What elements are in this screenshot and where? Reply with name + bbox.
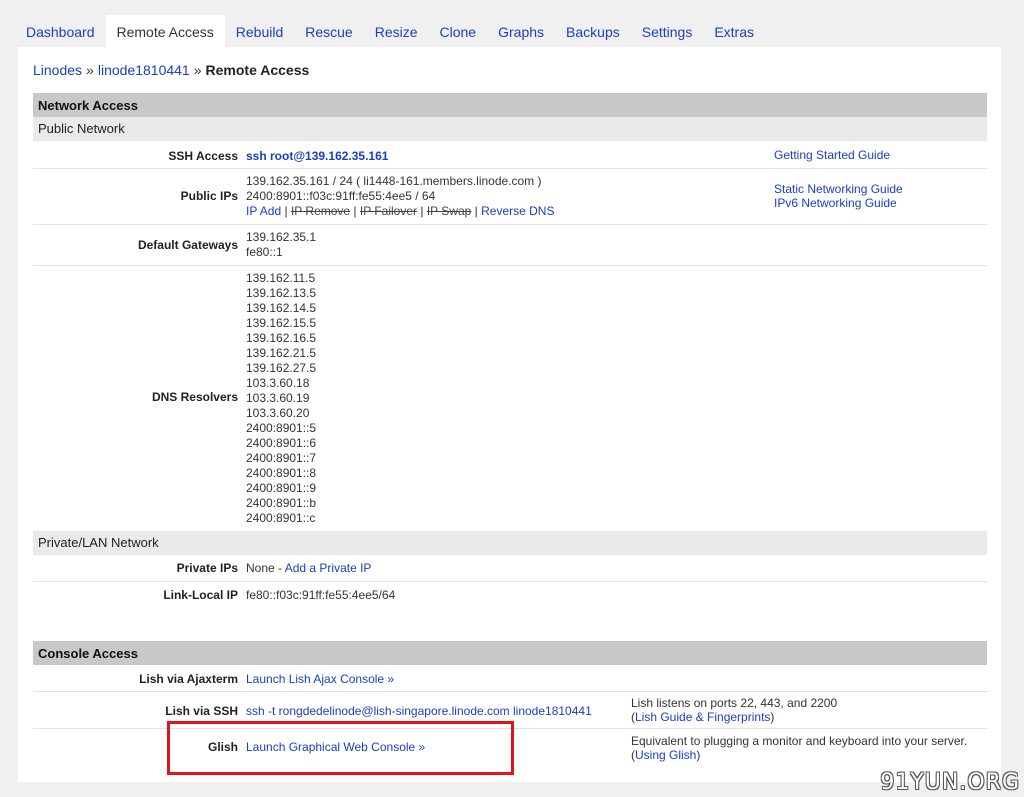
dns-resolver: 103.3.60.18: [246, 376, 310, 390]
dns-resolver: 103.3.60.20: [246, 406, 310, 420]
content-panel: Linodes» linode1810441» Remote Access Netw…: [18, 47, 1001, 782]
private-network-header: Private/LAN Network: [33, 531, 987, 555]
public-ips-row: Public IPs 139.162.35.161 / 24 ( li1448-…: [33, 169, 987, 225]
watermark: 91YUN.ORG: [880, 770, 1020, 795]
tab-settings[interactable]: Settings: [631, 15, 704, 47]
gateway-values: 139.162.35.1 fe80::1: [246, 230, 316, 260]
dns-resolver: 139.162.16.5: [246, 331, 317, 345]
dns-resolver: 139.162.11.5: [246, 271, 316, 285]
add-private-ip-link[interactable]: Add a Private IP: [285, 561, 372, 575]
default-gateways-label: Default Gateways: [137, 238, 238, 252]
ip-failover-disabled: IP Failover: [359, 204, 418, 218]
dns-resolver: 139.162.27.5: [246, 361, 317, 375]
tab-rescue[interactable]: Rescue: [294, 15, 363, 47]
dns-resolver: 139.162.13.5: [246, 286, 317, 300]
public-ips-label: Public IPs: [180, 189, 238, 203]
gateway-ipv4: 139.162.35.1: [246, 230, 317, 244]
ip-remove-disabled: IP Remove: [290, 204, 351, 218]
breadcrumb-linode[interactable]: linode1810441: [98, 62, 190, 78]
dns-resolver: 2400:8901::8: [246, 466, 317, 480]
tab-bar: Dashboard Remote Access Rebuild Rescue R…: [15, 15, 765, 47]
dns-resolvers-row: DNS Resolvers 139.162.11.5 139.162.13.5 …: [33, 266, 987, 530]
ssh-access-command[interactable]: ssh root@139.162.35.161: [246, 149, 388, 164]
ip-swap-disabled: IP Swap: [426, 204, 472, 218]
dns-resolver: 139.162.15.5: [246, 316, 317, 330]
using-glish-link[interactable]: Using Glish: [635, 748, 696, 762]
dns-resolver: 2400:8901::6: [246, 436, 317, 450]
private-ips-label: Private IPs: [176, 561, 238, 575]
glish-equivalent-note: Equivalent to plugging a monitor and key…: [631, 734, 968, 748]
dns-resolver: 139.162.21.5: [246, 346, 317, 360]
public-network-header: Public Network: [33, 117, 987, 141]
glish-note: Equivalent to plugging a monitor and key…: [631, 734, 967, 762]
tab-rebuild[interactable]: Rebuild: [225, 15, 294, 47]
dns-resolver: 2400:8901::9: [246, 481, 317, 495]
lish-ports-note: Lish listens on ports 22, 443, and 2200: [631, 696, 838, 710]
lish-ssh-command[interactable]: ssh -t rongdedelinode@lish-singapore.lin…: [246, 704, 592, 719]
ip-actions: IP Add | IP Remove | IP Failover | IP Sw…: [246, 204, 554, 219]
using-glish-wrap: (Using Glish): [631, 748, 701, 762]
launch-lish-ajax-console-link[interactable]: Launch Lish Ajax Console »: [246, 672, 394, 687]
highlight-box: [167, 721, 514, 775]
default-gateways-row: Default Gateways 139.162.35.1 fe80::1: [33, 225, 987, 266]
public-ips-values: 139.162.35.161 / 24 ( li1448-161.members…: [246, 174, 554, 219]
breadcrumb-current: Remote Access: [205, 62, 310, 78]
console-access-header: Console Access: [33, 641, 987, 665]
public-ipv4: 139.162.35.161 / 24 ( li1448-161.members…: [246, 174, 542, 188]
dns-resolver: 2400:8901::c: [246, 511, 316, 525]
link-local-row: Link-Local IP fe80::f03c:91ff:fe55:4ee5/…: [33, 582, 987, 609]
lish-guide-link[interactable]: Lish Guide & Fingerprints: [635, 710, 770, 724]
breadcrumb-linodes[interactable]: Linodes: [33, 62, 82, 78]
tab-dashboard[interactable]: Dashboard: [15, 15, 106, 47]
tab-graphs[interactable]: Graphs: [487, 15, 555, 47]
private-ips-none: None -: [246, 561, 285, 575]
ip-add-link[interactable]: IP Add: [246, 204, 281, 218]
private-ips-row: Private IPs None - Add a Private IP: [33, 555, 987, 582]
network-access-header: Network Access: [33, 93, 987, 117]
getting-started-guide-link[interactable]: Getting Started Guide: [774, 148, 890, 162]
lish-guide-wrap: (Lish Guide & Fingerprints): [631, 710, 775, 724]
tab-extras[interactable]: Extras: [703, 15, 765, 47]
private-ips-value: None - Add a Private IP: [246, 561, 371, 576]
public-ipv6: 2400:8901::f03c:91ff:fe55:4ee5 / 64: [246, 189, 436, 203]
lish-ssh-label: Lish via SSH: [165, 704, 238, 718]
tab-backups[interactable]: Backups: [555, 15, 631, 47]
action-sep: |: [281, 204, 291, 218]
dns-resolvers-label: DNS Resolvers: [151, 390, 238, 404]
lish-ssh-note: Lish listens on ports 22, 443, and 2200 …: [631, 696, 837, 724]
ipv6-networking-guide-link[interactable]: IPv6 Networking Guide: [774, 196, 903, 210]
lish-ajaxterm-label: Lish via Ajaxterm: [139, 672, 238, 686]
ssh-access-row: SSH Access ssh root@139.162.35.161 Getti…: [33, 141, 987, 169]
lish-ajaxterm-row: Lish via Ajaxterm Launch Lish Ajax Conso…: [33, 665, 987, 692]
link-local-label: Link-Local IP: [163, 588, 238, 602]
ssh-access-label: SSH Access: [168, 149, 238, 163]
static-networking-guide-link[interactable]: Static Networking Guide: [774, 182, 903, 196]
dns-resolver-list: 139.162.11.5 139.162.13.5 139.162.14.5 1…: [246, 271, 316, 526]
action-sep: |: [350, 204, 360, 218]
dns-resolver: 139.162.14.5: [246, 301, 317, 315]
tab-remote-access[interactable]: Remote Access: [105, 15, 225, 47]
action-sep: |: [471, 204, 482, 218]
tab-clone[interactable]: Clone: [429, 15, 488, 47]
gateway-ipv6: fe80::1: [246, 245, 283, 259]
dns-resolver: 2400:8901::b: [246, 496, 317, 510]
action-sep: |: [417, 204, 427, 218]
tab-resize[interactable]: Resize: [364, 15, 429, 47]
dns-resolver: 103.3.60.19: [246, 391, 310, 405]
link-local-value: fe80::f03c:91ff:fe55:4ee5/64: [246, 588, 396, 602]
dns-resolver: 2400:8901::5: [246, 421, 317, 435]
dns-resolver: 2400:8901::7: [246, 451, 317, 465]
breadcrumb-sep: »: [193, 62, 202, 78]
breadcrumb-sep: »: [86, 62, 94, 78]
breadcrumb: Linodes» linode1810441» Remote Access: [33, 62, 309, 78]
reverse-dns-link[interactable]: Reverse DNS: [481, 204, 554, 218]
networking-guides: Static Networking Guide IPv6 Networking …: [774, 182, 903, 210]
